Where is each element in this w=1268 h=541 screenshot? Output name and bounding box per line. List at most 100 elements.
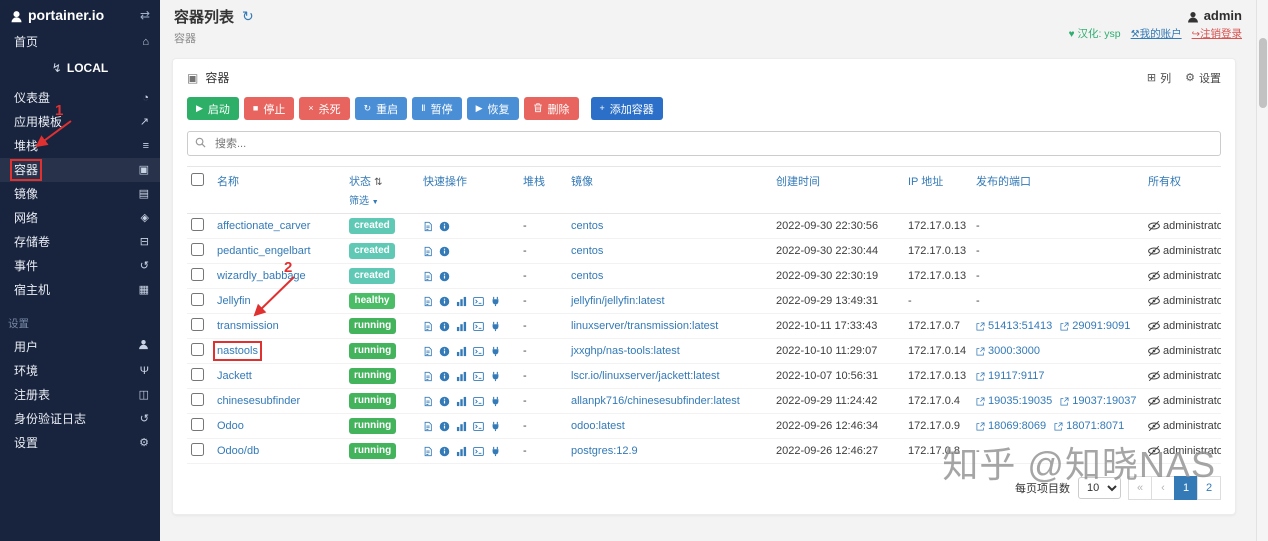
logs-icon[interactable] <box>423 345 433 357</box>
inspect-icon[interactable] <box>439 220 450 232</box>
sidebar-item-containers[interactable]: 容器 ▣ <box>0 158 160 182</box>
stats-icon[interactable] <box>456 420 467 432</box>
col-image[interactable]: 镜像 <box>571 176 593 188</box>
sidebar-item-app-templates[interactable]: 应用模板 ↗ <box>0 110 160 134</box>
image-link[interactable]: postgres:12.9 <box>571 445 638 457</box>
console-icon[interactable] <box>473 370 484 382</box>
container-name-link[interactable]: Jellyfin <box>217 295 251 307</box>
row-checkbox[interactable] <box>191 418 204 431</box>
attach-icon[interactable] <box>490 420 501 432</box>
row-checkbox[interactable] <box>191 293 204 306</box>
logout-link[interactable]: ↪注销登录 <box>1192 26 1242 41</box>
image-link[interactable]: linuxserver/transmission:latest <box>571 320 718 332</box>
inspect-icon[interactable] <box>439 345 450 357</box>
sidebar-item-dashboard[interactable]: 仪表盘 ◔ <box>0 86 160 110</box>
console-icon[interactable] <box>473 345 484 357</box>
restart-button[interactable]: ↻ 重启 <box>354 97 408 120</box>
col-state[interactable]: 状态 <box>349 176 371 188</box>
inspect-icon[interactable] <box>439 320 450 332</box>
sidebar-item-registries[interactable]: 注册表 ◫ <box>0 383 160 407</box>
stats-icon[interactable] <box>456 370 467 382</box>
row-checkbox[interactable] <box>191 368 204 381</box>
inspect-icon[interactable] <box>439 370 450 382</box>
container-name-link[interactable]: transmission <box>217 320 279 332</box>
container-name-link[interactable]: Odoo <box>217 420 244 432</box>
row-checkbox[interactable] <box>191 218 204 231</box>
port-link[interactable]: 19035:19035 <box>976 395 1052 407</box>
refresh-icon[interactable]: ↻ <box>242 8 254 25</box>
row-checkbox[interactable] <box>191 268 204 281</box>
image-link[interactable]: centos <box>571 220 603 232</box>
select-all-checkbox[interactable] <box>191 173 204 186</box>
image-link[interactable]: jellyfin/jellyfin:latest <box>571 295 665 307</box>
stats-icon[interactable] <box>456 345 467 357</box>
image-link[interactable]: odoo:latest <box>571 420 625 432</box>
row-checkbox[interactable] <box>191 318 204 331</box>
kill-button[interactable]: × 杀死 <box>299 97 350 120</box>
port-link[interactable]: 18071:8071 <box>1054 420 1124 432</box>
logs-icon[interactable] <box>423 270 433 282</box>
port-link[interactable]: 19117:9117 <box>976 370 1044 382</box>
search-input[interactable] <box>187 131 1221 156</box>
inspect-icon[interactable] <box>439 295 450 307</box>
port-link[interactable]: 18069:8069 <box>976 420 1046 432</box>
add-container-button[interactable]: + 添加容器 <box>590 97 663 120</box>
console-icon[interactable] <box>473 445 484 457</box>
logs-icon[interactable] <box>423 220 433 232</box>
container-name-link[interactable]: chinesesubfinder <box>217 395 300 407</box>
attach-icon[interactable] <box>490 395 501 407</box>
sidebar-item-auth-logs[interactable]: 身份验证日志 ↺ <box>0 407 160 431</box>
columns-tool[interactable]: ⊞ 列 <box>1147 70 1171 86</box>
sidebar-item-volumes[interactable]: 存储卷 ⊟ <box>0 230 160 254</box>
table-settings-tool[interactable]: ⚙ 设置 <box>1185 70 1221 86</box>
image-link[interactable]: jxxghp/nas-tools:latest <box>571 345 680 357</box>
container-name-link[interactable]: wizardly_babbage <box>217 270 306 282</box>
attach-icon[interactable] <box>490 320 501 332</box>
resume-button[interactable]: ▶ 恢复 <box>466 97 519 120</box>
console-icon[interactable] <box>473 295 484 307</box>
sidebar-item-images[interactable]: 镜像 ▤ <box>0 182 160 206</box>
sidebar-item-home[interactable]: 首页 ⌂ <box>0 30 160 54</box>
inspect-icon[interactable] <box>439 270 450 282</box>
inspect-icon[interactable] <box>439 395 450 407</box>
col-stack[interactable]: 堆栈 <box>523 176 545 188</box>
stats-icon[interactable] <box>456 395 467 407</box>
image-link[interactable]: centos <box>571 270 603 282</box>
sidebar-item-settings[interactable]: 设置 ⚙ <box>0 431 160 455</box>
port-link[interactable]: 19037:19037 <box>1060 395 1136 407</box>
col-ports[interactable]: 发布的端口 <box>976 176 1031 188</box>
console-icon[interactable] <box>473 395 484 407</box>
container-name-link[interactable]: affectionate_carver <box>217 220 310 232</box>
row-checkbox[interactable] <box>191 443 204 456</box>
container-name-link[interactable]: Odoo/db <box>217 445 259 457</box>
logs-icon[interactable] <box>423 395 433 407</box>
container-name-link[interactable]: nastools <box>213 341 262 361</box>
attach-icon[interactable] <box>490 370 501 382</box>
image-link[interactable]: centos <box>571 245 603 257</box>
attach-icon[interactable] <box>490 345 501 357</box>
sidebar-item-stacks[interactable]: 堆栈 ≡ <box>0 134 160 158</box>
container-name-link[interactable]: Jackett <box>217 370 252 382</box>
stop-button[interactable]: ■ 停止 <box>243 97 295 120</box>
port-link[interactable]: 29091:9091 <box>1060 320 1130 332</box>
attach-icon[interactable] <box>490 445 501 457</box>
toggle-icon[interactable]: ⇄ <box>140 8 150 22</box>
scrollbar-thumb[interactable] <box>1259 38 1267 108</box>
image-link[interactable]: lscr.io/linuxserver/jackett:latest <box>571 370 720 382</box>
inspect-icon[interactable] <box>439 445 450 457</box>
console-icon[interactable] <box>473 420 484 432</box>
my-account-link[interactable]: ⚒我的账户 <box>1131 26 1182 41</box>
pause-button[interactable]: Ⅱ 暂停 <box>412 97 462 120</box>
image-link[interactable]: allanpk716/chinesesubfinder:latest <box>571 395 740 407</box>
scrollbar[interactable] <box>1256 0 1268 541</box>
start-button[interactable]: ▶ 启动 <box>187 97 239 120</box>
inspect-icon[interactable] <box>439 245 450 257</box>
hanhua-link[interactable]: ♥ 汉化: ysp <box>1069 26 1121 41</box>
sidebar-endpoint-local[interactable]: ↯ LOCAL <box>0 56 160 80</box>
remove-button[interactable]: 删除 <box>523 97 579 120</box>
logs-icon[interactable] <box>423 445 433 457</box>
stats-icon[interactable] <box>456 320 467 332</box>
sidebar-item-networks[interactable]: 网络 ◈ <box>0 206 160 230</box>
port-link[interactable]: 51413:51413 <box>976 320 1052 332</box>
sidebar-item-events[interactable]: 事件 ↺ <box>0 254 160 278</box>
